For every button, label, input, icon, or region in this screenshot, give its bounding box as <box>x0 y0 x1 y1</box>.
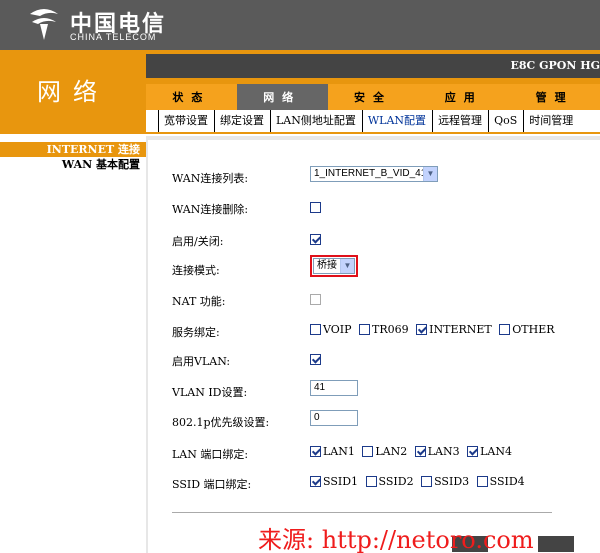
nat-label: NAT 功能: <box>172 295 226 308</box>
wan-delete-label: WAN连接删除: <box>172 203 249 216</box>
wan-list-label: WAN连接列表: <box>172 172 249 185</box>
vlan-id-label: VLAN ID设置: <box>172 386 248 399</box>
subtab-binding[interactable]: 绑定设置 <box>214 110 270 132</box>
vlan-enable-checkbox[interactable] <box>310 353 321 365</box>
header-bar: 中国电信 CHINA TELECOM <box>0 0 600 50</box>
subtab-broadband[interactable]: 宽带设置 <box>158 110 214 132</box>
lan2-checkbox[interactable] <box>362 445 374 457</box>
service-label: 服务绑定: <box>172 326 220 339</box>
tab-security[interactable]: 安全 <box>328 84 419 110</box>
source-watermark: 来源: http://netoro.com <box>258 526 534 553</box>
wan-list-select[interactable]: 1_INTERNET_B_VID_41 ▼ <box>310 166 438 182</box>
sub-tabs: 宽带设置 绑定设置 LAN侧地址配置 WLAN配置 远程管理 QoS 时间管理 <box>146 110 600 134</box>
tab-status[interactable]: 状态 <box>146 84 237 110</box>
wan-config-form: WAN连接列表: 1_INTERNET_B_VID_41 ▼ WAN连接删除: … <box>148 140 600 553</box>
internet-checkbox[interactable] <box>416 323 428 335</box>
mode-value: 桥接 <box>317 260 337 271</box>
ssid-option-1: SSID1 <box>310 474 358 488</box>
lan-binding-label: LAN 端口绑定: <box>172 448 249 461</box>
form-divider <box>172 512 552 513</box>
tab-network[interactable]: 网络 <box>236 84 328 110</box>
product-bar: E8C GPON HG <box>146 54 600 78</box>
lan4-checkbox[interactable] <box>467 445 479 457</box>
service-option-tr069: TR069 <box>359 322 409 336</box>
enable-label: 启用/关闭: <box>172 235 224 248</box>
vlan-enable-label: 启用VLAN: <box>172 355 231 368</box>
wan-list-value: 1_INTERNET_B_VID_41 <box>314 168 427 179</box>
lan3-checkbox[interactable] <box>414 445 426 457</box>
mode-highlight: 桥接 ▼ <box>310 255 358 277</box>
brand-name-en: CHINA TELECOM <box>70 32 157 42</box>
ssid4-checkbox[interactable] <box>476 475 488 487</box>
sidebar-item-wan-basic[interactable]: WAN 基本配置 <box>0 157 146 172</box>
mode-label: 连接模式: <box>172 264 220 277</box>
subtab-remote[interactable]: 远程管理 <box>432 110 488 132</box>
enable-checkbox[interactable] <box>310 233 321 245</box>
ssid-option-4: SSID4 <box>476 474 525 488</box>
ssid3-checkbox[interactable] <box>421 475 433 487</box>
section-title: 网络 <box>37 78 109 106</box>
chevron-down-icon: ▼ <box>340 259 354 273</box>
priority-label: 802.1p优先级设置: <box>172 416 270 429</box>
service-option-voip: VOIP <box>310 322 352 336</box>
bottom-button-right[interactable] <box>538 536 574 552</box>
ssid2-checkbox[interactable] <box>365 475 377 487</box>
vlan-id-input[interactable]: 41 <box>310 380 358 396</box>
product-title: E8C GPON HG <box>510 59 600 72</box>
tab-management[interactable]: 管理 <box>509 84 600 110</box>
ssid-option-2: SSID2 <box>365 474 414 488</box>
sidebar-item-internet[interactable]: INTERNET 连接 <box>0 142 146 157</box>
subtab-wlan[interactable]: WLAN配置 <box>361 110 432 132</box>
mode-select[interactable]: 桥接 ▼ <box>313 258 355 274</box>
main-tabs: 状态 网络 安全 应用 管理 <box>146 84 600 110</box>
nat-checkbox[interactable] <box>310 293 321 305</box>
tab-application[interactable]: 应用 <box>418 84 509 110</box>
tr069-checkbox[interactable] <box>359 323 371 335</box>
content-area: WAN连接列表: 1_INTERNET_B_VID_41 ▼ WAN连接删除: … <box>146 136 600 553</box>
subtab-time[interactable]: 时间管理 <box>523 110 579 132</box>
wan-delete-checkbox[interactable] <box>310 201 321 213</box>
china-telecom-logo: 中国电信 CHINA TELECOM <box>26 4 176 46</box>
telecom-logo-icon <box>30 9 58 40</box>
subtab-qos[interactable]: QoS <box>488 110 523 132</box>
voip-checkbox[interactable] <box>310 323 321 335</box>
ssid1-checkbox[interactable] <box>310 475 321 487</box>
lan1-checkbox[interactable] <box>310 445 321 457</box>
section-banner: 网络 <box>0 50 146 134</box>
lan-option-2: LAN2 <box>362 444 407 458</box>
chevron-down-icon: ▼ <box>423 167 437 181</box>
ssid-binding-label: SSID 端口绑定: <box>172 478 252 491</box>
subtab-lan-address[interactable]: LAN侧地址配置 <box>270 110 362 132</box>
service-option-other: OTHER <box>499 322 555 336</box>
lan-option-4: LAN4 <box>467 444 512 458</box>
other-checkbox[interactable] <box>499 323 511 335</box>
sidebar: INTERNET 连接 WAN 基本配置 <box>0 134 146 553</box>
priority-input[interactable]: 0 <box>310 410 358 426</box>
service-option-internet: INTERNET <box>416 322 492 336</box>
lan-option-1: LAN1 <box>310 444 355 458</box>
lan-option-3: LAN3 <box>414 444 460 458</box>
ssid-option-3: SSID3 <box>421 474 469 488</box>
